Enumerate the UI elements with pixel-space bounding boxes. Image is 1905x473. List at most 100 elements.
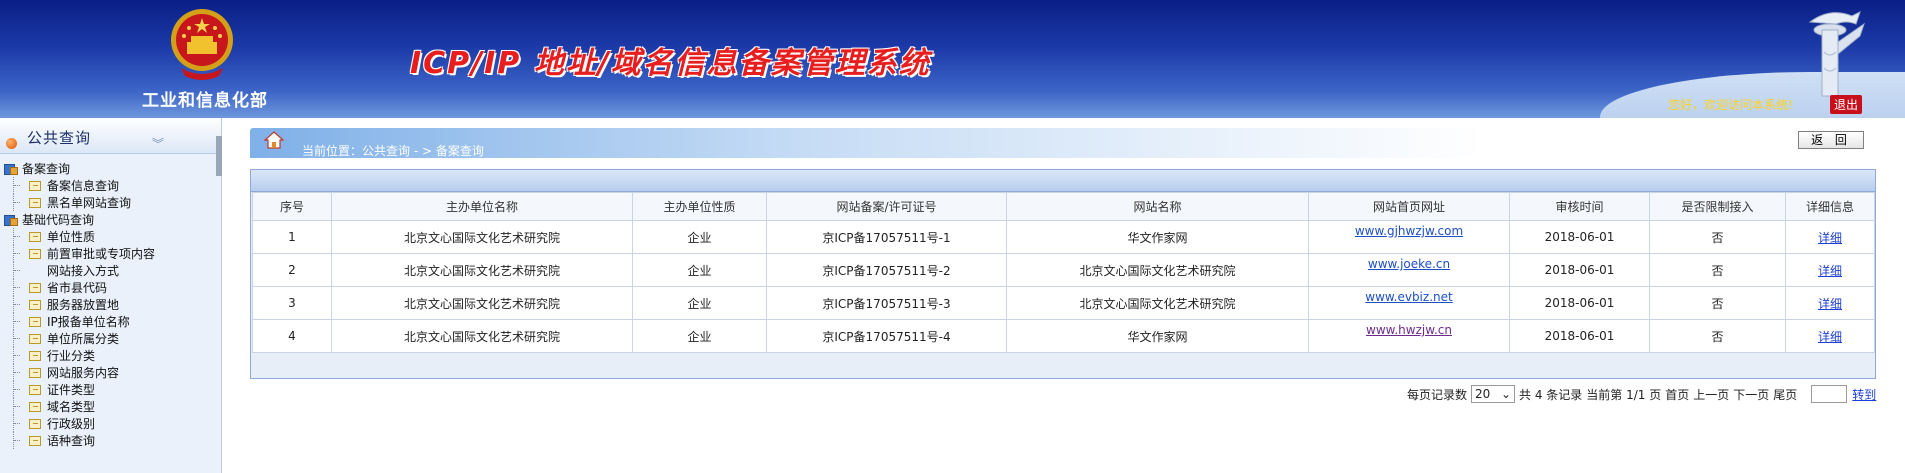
- sidebar-item-unit-nature[interactable]: 单位性质: [4, 228, 221, 245]
- cell-restricted: 否: [1649, 253, 1786, 287]
- sidebar-item-ip-unit-name[interactable]: IP报备单位名称: [4, 313, 221, 330]
- sidebar-item-admin-level[interactable]: 行政级别: [4, 415, 221, 432]
- site-url-link[interactable]: www.gjhwzjw.com: [1355, 224, 1463, 238]
- first-page-link[interactable]: 首页: [1665, 386, 1689, 403]
- cell-detail: 详细: [1785, 220, 1875, 254]
- cell-index: 4: [252, 319, 332, 353]
- cell-license: 京ICP备17057511号-3: [766, 286, 1007, 320]
- header-banner: 工业和信息化部 ICP/IP 地址/域名信息备案管理系统 您好，欢迎访问本系统!…: [0, 0, 1905, 118]
- sidebar-item-language[interactable]: 语种查询: [4, 432, 221, 449]
- sidebar-item-domain-type[interactable]: 域名类型: [4, 398, 221, 415]
- prev-page-link[interactable]: 上一页: [1693, 386, 1729, 403]
- cell-sponsor-nature: 企业: [632, 220, 767, 254]
- detail-link[interactable]: 详细: [1818, 330, 1842, 344]
- page-icon: [29, 248, 41, 259]
- sidebar-item-unit-category[interactable]: 单位所属分类: [4, 330, 221, 347]
- cell-index: 3: [252, 286, 332, 320]
- table-row: 4 北京文心国际文化艺术研究院 企业 京ICP备17057511号-4 华文作家…: [252, 319, 1875, 353]
- sidebar-group-filing-query[interactable]: 备案查询: [4, 160, 221, 177]
- page-icon: [29, 180, 41, 191]
- pagination: 每页记录数 20 ⌄ 共 4 条记录 当前第 1/1 页 首页 上一页 下一页 …: [1407, 383, 1877, 405]
- sidebar-item-service-content[interactable]: 网站服务内容: [4, 364, 221, 381]
- panel-header-band: [251, 170, 1875, 192]
- folder-icon: [4, 214, 18, 226]
- per-page-value: 20: [1475, 387, 1491, 401]
- sidebar-item-label: 单位性质: [47, 230, 96, 244]
- column-header: 网站首页网址: [1308, 192, 1510, 221]
- goto-page-input[interactable]: [1811, 385, 1848, 403]
- sidebar-item-blacklist-query[interactable]: 黑名单网站查询: [4, 194, 221, 211]
- cell-sponsor-nature: 企业: [632, 286, 767, 320]
- page-icon: [29, 282, 41, 293]
- folder-icon: [4, 163, 18, 175]
- next-page-link[interactable]: 下一页: [1733, 386, 1769, 403]
- sidebar-tree: 备案查询 备案信息查询 黑名单网站查询 基础代码查询 单位性质 前置审批或专项内…: [0, 154, 221, 449]
- detail-link[interactable]: 详细: [1818, 297, 1842, 311]
- cell-site-name: 北京文心国际文化艺术研究院: [1006, 253, 1309, 287]
- page-icon: [29, 197, 41, 208]
- cell-url: www.joeke.cn: [1308, 253, 1510, 287]
- page-icon: [29, 367, 41, 378]
- table-row: 3 北京文心国际文化艺术研究院 企业 京ICP备17057511号-3 北京文心…: [252, 286, 1875, 320]
- page-icon: [29, 231, 41, 242]
- sidebar-item-label: 行业分类: [47, 349, 96, 363]
- cell-sponsor: 北京文心国际文化艺术研究院: [331, 253, 633, 287]
- sidebar-item-label: 服务器放置地: [47, 298, 120, 312]
- home-icon: [264, 131, 284, 149]
- page-icon: [29, 266, 41, 276]
- collapse-icon[interactable]: ︾: [152, 135, 164, 152]
- sidebar-item-label: 前置审批或专项内容: [47, 247, 156, 261]
- sidebar-item-label: 网站接入方式: [47, 264, 120, 278]
- cell-review-date: 2018-06-01: [1509, 253, 1650, 287]
- table-row: 2 北京文心国际文化艺术研究院 企业 京ICP备17057511号-2 北京文心…: [252, 253, 1875, 287]
- cell-url: www.evbiz.net: [1308, 286, 1510, 320]
- huabiao-pillar-icon: [1808, 11, 1865, 97]
- site-url-link[interactable]: www.hwzjw.cn: [1366, 323, 1452, 337]
- column-header: 序号: [252, 192, 332, 221]
- sidebar-item-access-method[interactable]: 网站接入方式: [4, 262, 221, 279]
- sidebar-item-pre-approval[interactable]: 前置审批或专项内容: [4, 245, 221, 262]
- chevron-down-icon: ⌄: [1500, 387, 1512, 401]
- back-button[interactable]: 返 回: [1798, 131, 1864, 149]
- detail-link[interactable]: 详细: [1818, 231, 1842, 245]
- sidebar-item-label: 黑名单网站查询: [47, 196, 132, 210]
- detail-link[interactable]: 详细: [1818, 264, 1842, 278]
- sidebar-item-server-location[interactable]: 服务器放置地: [4, 296, 221, 313]
- goto-page-link[interactable]: 转到: [1852, 386, 1876, 403]
- logout-button[interactable]: 退出: [1830, 95, 1863, 114]
- site-url-link[interactable]: www.joeke.cn: [1368, 257, 1450, 271]
- breadcrumb: 当前位置：公共查询 - > 备案查询: [302, 144, 484, 158]
- per-page-label: 每页记录数: [1407, 387, 1468, 402]
- cell-detail: 详细: [1785, 253, 1875, 287]
- cell-review-date: 2018-06-01: [1509, 286, 1650, 320]
- cell-sponsor: 北京文心国际文化艺术研究院: [331, 220, 633, 254]
- sidebar-item-label: IP报备单位名称: [47, 315, 130, 329]
- system-title: ICP/IP 地址/域名信息备案管理系统: [410, 46, 931, 81]
- cell-license: 京ICP备17057511号-4: [766, 319, 1007, 353]
- sidebar-item-region-code[interactable]: 省市县代码: [4, 279, 221, 296]
- sidebar: 公共查询 ︾ 备案查询 备案信息查询 黑名单网站查询 基础代码查询 单位性质 前…: [0, 118, 222, 473]
- column-header: 详细信息: [1785, 192, 1875, 221]
- total-count: 共 4 条记录: [1519, 387, 1583, 402]
- cell-sponsor-nature: 企业: [632, 253, 767, 287]
- page-icon: [29, 384, 41, 395]
- sidebar-item-filing-info-query[interactable]: 备案信息查询: [4, 177, 221, 194]
- page-icon: [29, 333, 41, 344]
- per-page-select[interactable]: 20 ⌄: [1471, 385, 1516, 403]
- sidebar-item-label: 网站服务内容: [47, 366, 120, 380]
- sidebar-item-industry[interactable]: 行业分类: [4, 347, 221, 364]
- site-url-link[interactable]: www.evbiz.net: [1365, 290, 1452, 304]
- sidebar-group-base-code-query[interactable]: 基础代码查询: [4, 211, 221, 228]
- sidebar-scrollbar[interactable]: [216, 136, 222, 176]
- column-header: 是否限制接入: [1649, 192, 1786, 221]
- cell-restricted: 否: [1649, 319, 1786, 353]
- sidebar-item-id-type[interactable]: 证件类型: [4, 381, 221, 398]
- results-panel: 序号 主办单位名称 主办单位性质 网站备案/许可证号 网站名称 网站首页网址 审…: [250, 169, 1876, 379]
- cell-restricted: 否: [1649, 286, 1786, 320]
- sidebar-title: 公共查询: [27, 129, 92, 147]
- last-page-link[interactable]: 尾页: [1773, 386, 1797, 403]
- cell-index: 2: [252, 253, 332, 287]
- sidebar-item-label: 语种查询: [47, 434, 96, 448]
- cell-sponsor: 北京文心国际文化艺术研究院: [331, 286, 633, 320]
- cell-url: www.hwzjw.cn: [1308, 319, 1510, 353]
